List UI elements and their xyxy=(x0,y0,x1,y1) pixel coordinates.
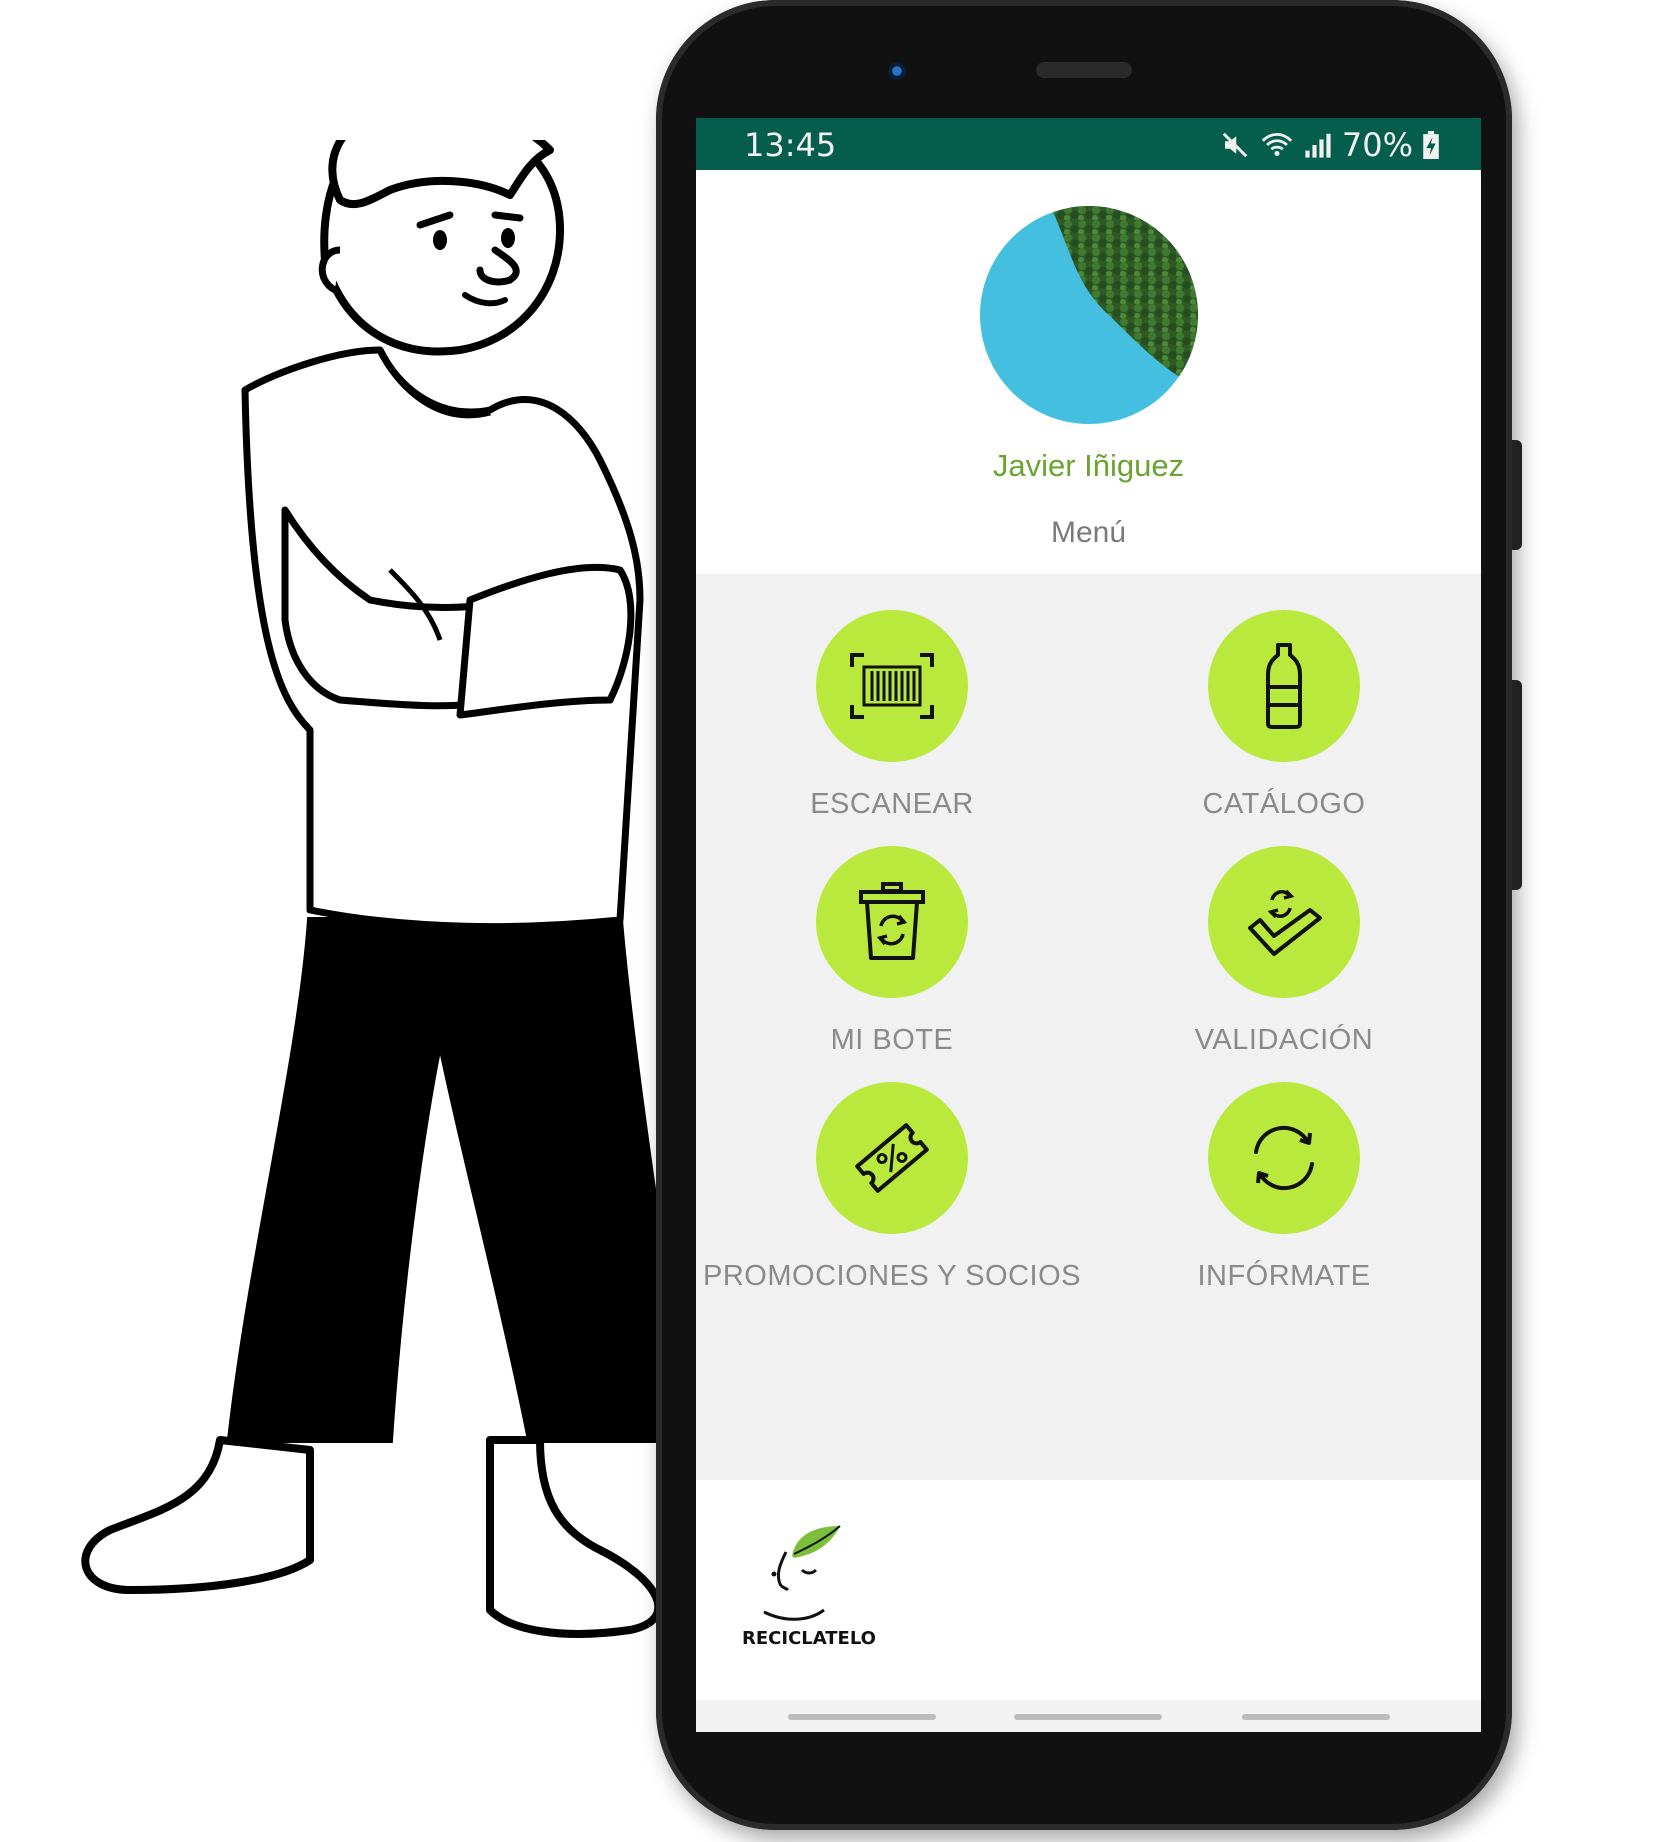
nav-back-button[interactable] xyxy=(1242,1714,1390,1720)
menu-item-icon-circle xyxy=(816,1082,968,1234)
menu-title: Menú xyxy=(1050,516,1127,549)
menu-item-label: CATÁLOGO xyxy=(1202,788,1366,820)
menu-item-promociones-y-socios[interactable]: PROMOCIONES Y SOCIOS xyxy=(696,1082,1088,1293)
menu-item-icon-circle xyxy=(1208,610,1360,762)
nav-recents-button[interactable] xyxy=(788,1714,936,1720)
menu-item-validacion[interactable]: VALIDACIÓN xyxy=(1088,846,1480,1057)
menu-item-label: PROMOCIONES Y SOCIOS xyxy=(703,1260,1081,1292)
profile-avatar[interactable] xyxy=(980,206,1198,424)
signal-icon xyxy=(1305,133,1331,158)
menu-item-informate[interactable]: INFÓRMATE xyxy=(1088,1082,1480,1293)
menu-item-label: MI BOTE xyxy=(830,1024,954,1056)
bottle-icon xyxy=(1266,643,1302,729)
menu-item-label: INFÓRMATE xyxy=(1197,1260,1371,1292)
menu-item-mi-bote[interactable]: MI BOTE xyxy=(696,846,1088,1057)
logo-wordmark: RECICLATELO xyxy=(742,1628,876,1649)
menu-item-label: VALIDACIÓN xyxy=(1194,1024,1374,1056)
reciclatelo-logo: RECICLATELO xyxy=(742,1525,876,1649)
check-recycle-icon xyxy=(1248,889,1322,956)
status-icons: 70% xyxy=(1220,126,1439,164)
volume-button xyxy=(1512,440,1522,550)
battery-percentage: 70% xyxy=(1341,126,1413,164)
menu-item-icon-circle xyxy=(1208,846,1360,998)
nav-home-button[interactable] xyxy=(1014,1714,1162,1720)
refresh-icon xyxy=(1254,1125,1314,1191)
barcode-scan-icon xyxy=(850,653,934,719)
menu-item-label: ESCANEAR xyxy=(810,788,974,820)
status-time: 13:45 xyxy=(744,126,837,164)
recycle-bin-icon xyxy=(859,882,925,960)
menu-item-icon-circle xyxy=(1208,1082,1360,1234)
wifi-icon xyxy=(1261,132,1293,157)
mute-icon xyxy=(1222,132,1248,158)
user-name: Javier Iñiguez xyxy=(992,448,1185,483)
discount-ticket-icon xyxy=(855,1123,929,1193)
power-button xyxy=(1512,680,1522,890)
battery-charging-icon xyxy=(1423,131,1439,159)
menu-item-icon-circle xyxy=(816,846,968,998)
system-navigation-bar xyxy=(696,1700,1481,1732)
menu-item-icon-circle xyxy=(816,610,968,762)
footer: RECICLATELO xyxy=(696,1480,1481,1732)
cartoon-man-illustration xyxy=(81,140,694,1638)
menu-grid: ESCANEAR CATÁLOGO MI BOTE VALIDACIÓN PRO… xyxy=(696,574,1481,1480)
front-camera xyxy=(888,62,906,80)
menu-item-catalogo[interactable]: CATÁLOGO xyxy=(1088,610,1480,821)
status-bar: 13:45 70% xyxy=(696,118,1481,170)
earpiece-speaker xyxy=(1036,62,1132,78)
app-screen: 13:45 70% Javier Iñiguez Menú ESCANEAR C… xyxy=(696,118,1481,1732)
menu-item-escanear[interactable]: ESCANEAR xyxy=(696,610,1088,821)
